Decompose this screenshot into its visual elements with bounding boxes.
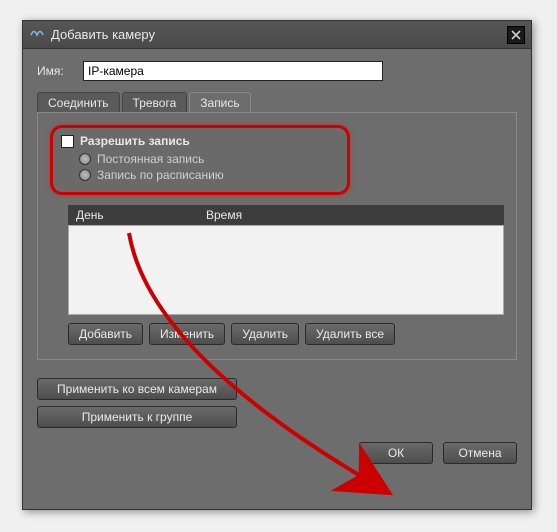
dialog-body: Имя: Соединить Тревога Запись Разрешить …: [23, 49, 531, 474]
name-input[interactable]: [83, 61, 383, 81]
record-panel: Разрешить запись Постоянная запись Запис…: [37, 112, 517, 360]
apply-all-button[interactable]: Применить ко всем камерам: [37, 378, 237, 400]
mode-continuous-row[interactable]: Постоянная запись: [79, 152, 339, 166]
name-label: Имя:: [37, 64, 73, 78]
mode-schedule-row[interactable]: Запись по расписанию: [79, 168, 339, 182]
mode-schedule-radio[interactable]: [79, 169, 91, 181]
app-icon: [29, 27, 45, 43]
mode-continuous-radio[interactable]: [79, 153, 91, 165]
tab-connect[interactable]: Соединить: [37, 92, 120, 113]
table-header: День Время: [68, 205, 504, 225]
ok-button[interactable]: ОК: [359, 442, 433, 464]
window-title: Добавить камеру: [51, 27, 155, 42]
delete-button[interactable]: Удалить: [231, 323, 299, 345]
apply-group-button[interactable]: Применить к группе: [37, 406, 237, 428]
enable-recording-label: Разрешить запись: [80, 134, 190, 148]
edit-button[interactable]: Изменить: [149, 323, 225, 345]
delete-all-button[interactable]: Удалить все: [305, 323, 395, 345]
enable-recording-row[interactable]: Разрешить запись: [61, 134, 339, 148]
enable-recording-checkbox[interactable]: [61, 135, 74, 148]
tab-alarm[interactable]: Тревога: [122, 92, 188, 113]
highlight-box: Разрешить запись Постоянная запись Запис…: [50, 125, 350, 195]
close-button[interactable]: [507, 26, 525, 44]
schedule-table: День Время: [68, 205, 504, 315]
table-button-row: Добавить Изменить Удалить Удалить все: [68, 323, 504, 345]
tab-record[interactable]: Запись: [189, 92, 250, 113]
add-button[interactable]: Добавить: [68, 323, 143, 345]
add-camera-dialog: Добавить камеру Имя: Соединить Тревога З…: [22, 20, 532, 510]
name-row: Имя:: [37, 61, 517, 81]
tabs: Соединить Тревога Запись: [37, 92, 517, 113]
apply-group: Применить ко всем камерам Применить к гр…: [37, 378, 237, 428]
mode-continuous-label: Постоянная запись: [97, 152, 204, 166]
col-time: Время: [198, 205, 504, 225]
col-day: День: [68, 205, 198, 225]
table-body[interactable]: [68, 225, 504, 315]
footer: ОК Отмена: [37, 442, 517, 464]
mode-schedule-label: Запись по расписанию: [97, 168, 224, 182]
titlebar: Добавить камеру: [23, 21, 531, 49]
cancel-button[interactable]: Отмена: [443, 442, 517, 464]
